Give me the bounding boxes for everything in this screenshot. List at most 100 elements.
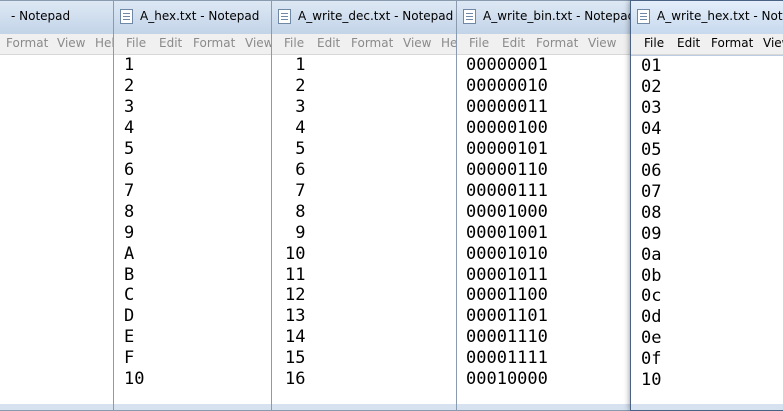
text-line: 00000101 <box>466 138 548 159</box>
notepad-icon <box>120 9 133 24</box>
title-bar[interactable]: A_write_bin.txt - Notepad <box>457 1 636 34</box>
text-area[interactable]: 00000001 00000010 00000011 00000100 00000101… <box>457 55 636 404</box>
text-line: 2 <box>124 75 135 96</box>
text-line: 0e <box>641 328 662 349</box>
window-bottom-edge <box>272 404 461 410</box>
menu-bar: File Edit Format View <box>631 34 783 55</box>
menu-view[interactable]: View <box>763 36 783 50</box>
window-bottom-edge <box>457 404 636 410</box>
text-line: 00000010 <box>466 75 548 96</box>
notepad-window-0[interactable]: - Notepad Format View Hel <box>0 0 116 411</box>
text-line: 1 <box>124 55 135 75</box>
title-bar[interactable]: A_hex.txt - Notepad <box>114 1 275 34</box>
menu-file[interactable]: File <box>469 36 489 50</box>
text-line: 9 <box>285 222 306 243</box>
text-line: 00001101 <box>466 306 548 327</box>
text-area[interactable]: 1 2 3 4 5 6 7 8 9 A B C D E F 10 <box>114 55 275 404</box>
text-line: 7 <box>124 180 135 201</box>
text-line: 4 <box>285 117 306 138</box>
window-title: A_hex.txt - Notepad <box>140 9 260 23</box>
text-line: 5 <box>124 138 135 159</box>
menu-edit[interactable]: Edit <box>317 36 340 50</box>
text-area[interactable] <box>0 55 115 404</box>
text-line: 8 <box>285 201 306 222</box>
menu-view[interactable]: View <box>57 36 85 50</box>
menu-edit[interactable]: Edit <box>502 36 525 50</box>
text-line: 00001010 <box>466 243 548 264</box>
menu-bar: File Edit Format View He <box>272 34 461 55</box>
menu-view[interactable]: View <box>588 36 616 50</box>
text-line: 2 <box>285 75 306 96</box>
menu-format[interactable]: Format <box>536 36 578 50</box>
text-line: 10 <box>641 370 662 391</box>
menu-edit[interactable]: Edit <box>677 36 700 50</box>
text-line: 4 <box>124 117 135 138</box>
menu-file[interactable]: File <box>644 36 664 50</box>
text-line: 00001111 <box>466 348 548 369</box>
text-line: E <box>124 327 135 348</box>
text-line: 0a <box>641 244 662 265</box>
text-line: 11 <box>285 264 306 285</box>
menu-format[interactable]: Format <box>351 36 393 50</box>
text-line: 01 <box>641 56 662 76</box>
menu-help[interactable]: Hel <box>95 36 115 50</box>
text-line: 15 <box>285 348 306 369</box>
text-line: 3 <box>285 96 306 117</box>
text-line: 10 <box>124 369 145 390</box>
menu-help[interactable]: He <box>441 36 457 50</box>
text-area[interactable]: 01 02 03 04 05 06 07 08 09 0a 0b 0c 0d 0e 0f 10 <box>631 56 783 404</box>
text-line: 0c <box>641 286 662 307</box>
notepad-window-a-write-bin[interactable]: A_write_bin.txt - Notepad File Edit Form… <box>456 0 637 411</box>
text-line: 14 <box>285 327 306 348</box>
text-line: 03 <box>641 97 662 118</box>
text-line: 08 <box>641 202 662 223</box>
menu-bar: Format View Hel <box>0 34 115 55</box>
window-title: A_write_dec.txt - Notepad <box>298 9 454 23</box>
text-line: 5 <box>285 138 306 159</box>
text-line: 16 <box>285 369 306 390</box>
title-bar[interactable]: A_write_hex.txt - Notep <box>631 1 783 34</box>
title-bar[interactable]: - Notepad <box>0 1 115 34</box>
text-line: B <box>124 264 135 285</box>
text-line: 04 <box>641 118 662 139</box>
notepad-window-a-hex[interactable]: A_hex.txt - Notepad File Edit Format Vie… <box>113 0 276 411</box>
window-title: A_write_bin.txt - Notepad <box>483 9 636 23</box>
menu-bar: File Edit Format View <box>457 34 636 55</box>
text-line: 0f <box>641 349 662 370</box>
menu-file[interactable]: File <box>126 36 146 50</box>
menu-view[interactable]: View <box>245 36 273 50</box>
text-line: 00001100 <box>466 285 548 306</box>
text-line: 9 <box>124 222 135 243</box>
text-line: 00000001 <box>466 55 548 75</box>
menu-format[interactable]: Format <box>193 36 235 50</box>
window-bottom-edge <box>114 404 275 410</box>
text-line: 00010000 <box>466 369 548 390</box>
text-line: 10 <box>285 243 306 264</box>
text-line: 05 <box>641 139 662 160</box>
text-line: 7 <box>285 180 306 201</box>
menu-bar: File Edit Format View <box>114 34 275 55</box>
text-line: 1 <box>285 55 306 75</box>
menu-edit[interactable]: Edit <box>159 36 182 50</box>
menu-view[interactable]: View <box>403 36 431 50</box>
text-line: 6 <box>124 159 135 180</box>
text-line: 6 <box>285 159 306 180</box>
text-line: 00001011 <box>466 264 548 285</box>
text-area[interactable]: 1 2 3 4 5 6 7 8 9 10 11 12 13 14 15 16 <box>272 55 461 404</box>
menu-format[interactable]: Format <box>711 36 753 50</box>
notepad-icon <box>637 9 650 24</box>
text-line: A <box>124 243 135 264</box>
notepad-window-a-write-dec[interactable]: A_write_dec.txt - Notepad File Edit Form… <box>271 0 462 411</box>
title-bar[interactable]: A_write_dec.txt - Notepad <box>272 1 461 34</box>
text-line: 09 <box>641 223 662 244</box>
text-line: 13 <box>285 306 306 327</box>
text-line: 06 <box>641 160 662 181</box>
text-line: 12 <box>285 285 306 306</box>
menu-file[interactable]: File <box>284 36 304 50</box>
text-line: 02 <box>641 76 662 97</box>
notepad-icon <box>278 9 291 24</box>
notepad-window-a-write-hex[interactable]: A_write_hex.txt - Notep File Edit Format… <box>630 0 783 411</box>
text-line: 00000111 <box>466 180 548 201</box>
menu-format[interactable]: Format <box>6 36 48 50</box>
text-line: F <box>124 348 135 369</box>
